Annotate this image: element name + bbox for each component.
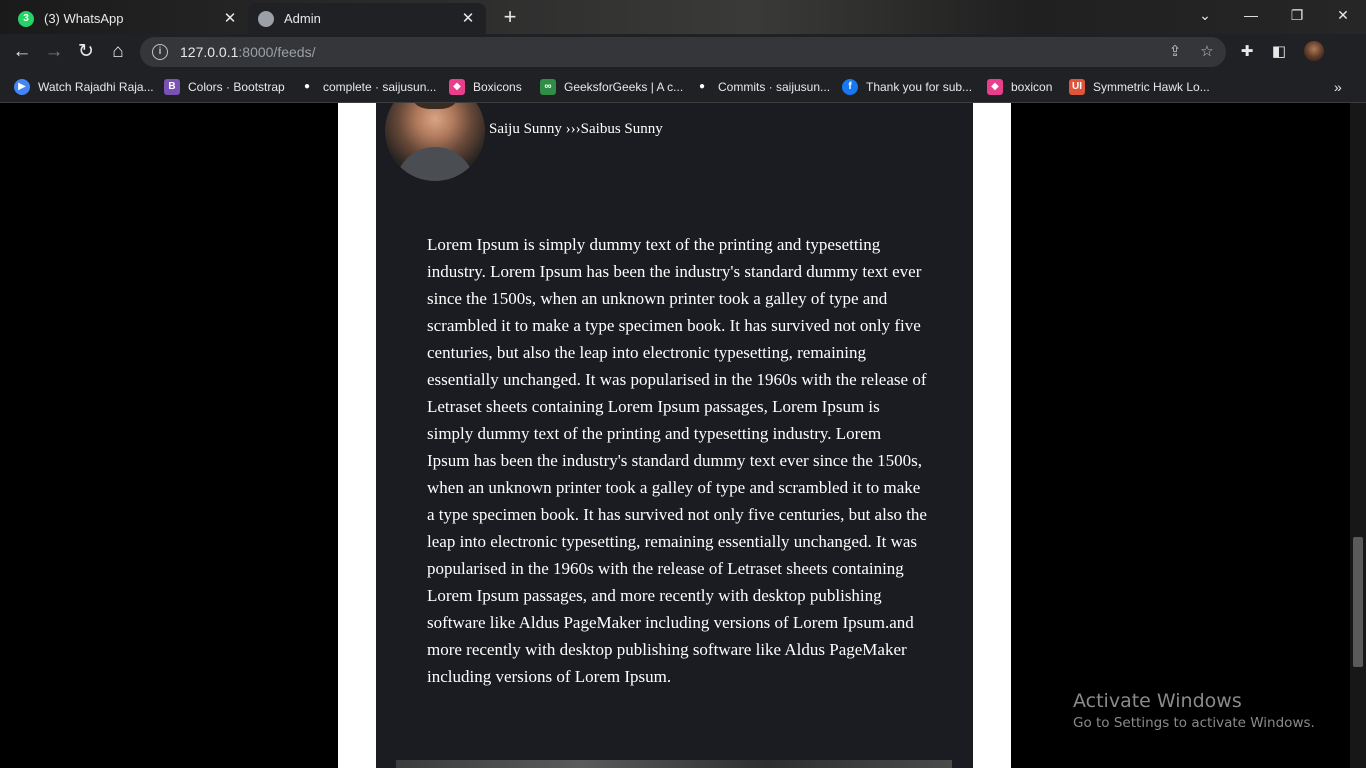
share-icon[interactable]: ⇪ [1164, 41, 1186, 63]
bookmark-label: boxicon [1011, 80, 1053, 94]
close-window-button[interactable]: ✕ [1320, 0, 1366, 32]
github-icon: ● [694, 79, 710, 95]
close-icon[interactable]: ✕ [460, 10, 476, 27]
bookmark-item[interactable]: ∞ GeeksforGeeks | A c... [540, 76, 683, 98]
boxicons-icon: ◆ [987, 79, 1003, 95]
address-bar[interactable]: i 127.0.0.1:8000/feeds/ ⇪ ☆ [140, 37, 1226, 67]
bookmark-label: Boxicons [473, 80, 522, 94]
reload-icon[interactable]: ↻ [72, 38, 100, 66]
scroll-thumb[interactable] [1353, 537, 1363, 667]
page-viewport: Saiju Sunny ›››Saibus Sunny Lorem Ipsum … [0, 103, 1350, 768]
boxicons-icon: ◆ [449, 79, 465, 95]
bookmark-label: Colors · Bootstrap [188, 80, 285, 94]
bookmark-item[interactable]: ◆ boxicon [987, 76, 1052, 98]
ui-icon: UI [1069, 79, 1085, 95]
avatar-shirt [395, 147, 475, 181]
whatsapp-icon [18, 10, 34, 27]
bookmark-item[interactable]: UI Symmetric Hawk Lo... [1069, 76, 1210, 98]
post-body: Lorem Ipsum is simply dummy text of the … [427, 235, 927, 686]
tab-whatsapp[interactable]: (3) WhatsApp ✕ [8, 3, 248, 34]
info-icon[interactable]: i [152, 44, 168, 60]
github-icon: ● [299, 79, 315, 95]
tab-strip: (3) WhatsApp ✕ Admin ✕ + ⌄ — ❐ ✕ [0, 0, 1366, 34]
minimize-button[interactable]: — [1228, 0, 1274, 32]
home-icon[interactable]: ⌂ [104, 38, 132, 66]
browser-toolbar: ← → ↻ ⌂ i 127.0.0.1:8000/feeds/ ⇪ ☆ ✚ ◧ [0, 34, 1366, 71]
url-host: 127.0.0.1 [180, 44, 239, 60]
restore-button[interactable]: ❐ [1274, 0, 1320, 32]
watermark-subtitle: Go to Settings to activate Windows. [1073, 715, 1315, 731]
profile-avatar[interactable] [1304, 41, 1324, 61]
tab-label: Admin [284, 11, 321, 26]
activate-windows-watermark: Activate Windows Go to Settings to activ… [1073, 689, 1315, 733]
tab-admin[interactable]: Admin ✕ [248, 3, 486, 34]
author-avatar [385, 103, 485, 181]
bookmark-item[interactable]: ● Commits · saijusun... [694, 76, 830, 98]
tab-search-icon[interactable]: ⌄ [1182, 0, 1228, 32]
url-path: :8000/feeds/ [238, 44, 316, 60]
globe-icon [258, 10, 274, 27]
facebook-icon: f [842, 79, 858, 95]
avatar-hair [413, 103, 457, 109]
bookmark-item[interactable]: ◆ Boxicons [449, 76, 522, 98]
bookmark-item[interactable]: B Colors · Bootstrap [164, 76, 285, 98]
play-icon: ▶ [14, 79, 30, 95]
bookmark-label: Symmetric Hawk Lo... [1093, 80, 1210, 94]
new-tab-button[interactable]: + [498, 5, 522, 29]
bookmark-label: Thank you for sub... [866, 80, 973, 94]
forward-icon[interactable]: → [40, 38, 68, 66]
extensions-icon[interactable]: ✚ [1236, 41, 1258, 63]
side-panel-icon[interactable]: ◧ [1268, 41, 1290, 63]
bootstrap-icon: B [164, 79, 180, 95]
bookmark-item[interactable]: ● complete · saijusun... [299, 76, 436, 98]
watermark-title: Activate Windows [1073, 690, 1242, 712]
close-icon[interactable]: ✕ [222, 10, 238, 27]
vertical-scrollbar[interactable] [1350, 103, 1366, 768]
bookmark-label: Commits · saijusun... [718, 80, 831, 94]
bookmark-label: complete · saijusun... [323, 80, 437, 94]
bookmark-item[interactable]: f Thank you for sub... [842, 76, 972, 98]
bookmark-label: Watch Rajadhi Raja... [38, 80, 154, 94]
author-name: Saiju Sunny ›››Saibus Sunny [489, 121, 663, 137]
tab-label: (3) WhatsApp [44, 11, 124, 26]
bookmark-label: GeeksforGeeks | A c... [564, 80, 684, 94]
bookmark-star-icon[interactable]: ☆ [1196, 41, 1218, 63]
back-icon[interactable]: ← [8, 38, 36, 66]
bookmark-item[interactable]: ▶ Watch Rajadhi Raja... [14, 76, 154, 98]
next-post-image [396, 760, 952, 768]
gfg-icon: ∞ [540, 79, 556, 95]
bookmarks-bar: ▶ Watch Rajadhi Raja... B Colors · Boots… [0, 71, 1366, 103]
chevron-right-icon[interactable]: » [1334, 76, 1342, 98]
